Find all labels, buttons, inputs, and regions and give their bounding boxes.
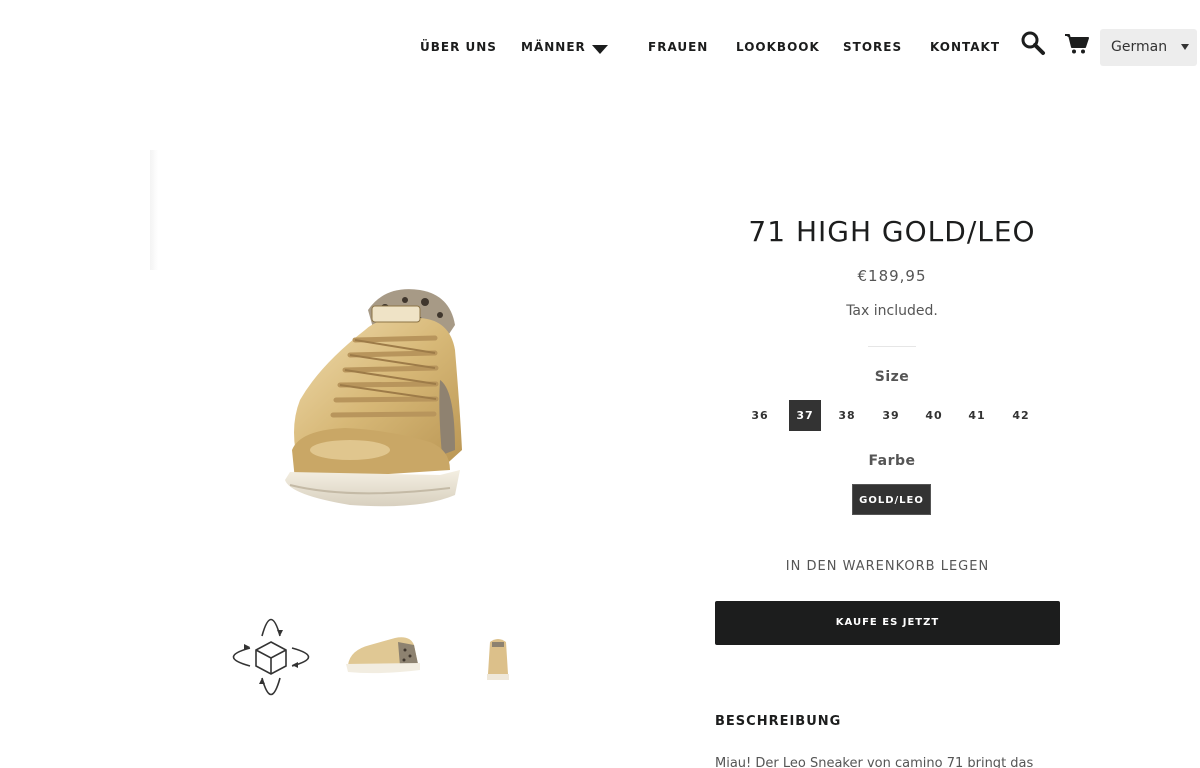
nav-item-stores[interactable]: STORES bbox=[843, 40, 902, 54]
nav-item-lookbook[interactable]: LOOKBOOK bbox=[736, 40, 820, 54]
product-main-image[interactable] bbox=[150, 150, 660, 570]
shoe-side-thumbnail[interactable] bbox=[340, 620, 428, 690]
color-label: Farbe bbox=[868, 453, 916, 469]
caret-down-icon[interactable] bbox=[591, 43, 609, 55]
chevron-down-icon bbox=[1181, 44, 1189, 50]
description-heading: BESCHREIBUNG bbox=[715, 714, 842, 729]
size-option-42[interactable]: 42 bbox=[1005, 400, 1037, 431]
cart-icon[interactable] bbox=[1064, 33, 1090, 55]
nav-item-uber-uns[interactable]: ÜBER UNS bbox=[420, 40, 497, 54]
size-option-39[interactable]: 39 bbox=[875, 400, 907, 431]
3d-view-icon[interactable] bbox=[222, 608, 320, 706]
size-option-41[interactable]: 41 bbox=[961, 400, 993, 431]
language-selected: German bbox=[1111, 39, 1168, 55]
product-price: €189,95 bbox=[857, 267, 927, 285]
size-option-36[interactable]: 36 bbox=[744, 400, 776, 431]
shoe-front-thumbnail[interactable] bbox=[478, 630, 518, 686]
nav-item-kontakt[interactable]: KONTAKT bbox=[930, 40, 1000, 54]
add-to-cart-button[interactable]: IN DEN WARENKORB LEGEN bbox=[715, 559, 1060, 574]
product-title: 71 HIGH GOLD/LEO bbox=[748, 215, 1036, 248]
nav-item-frauen[interactable]: FRAUEN bbox=[648, 40, 708, 54]
size-option-37[interactable]: 37 bbox=[789, 400, 821, 431]
language-select[interactable]: German bbox=[1100, 29, 1197, 66]
nav-item-manner[interactable]: MÄNNER bbox=[521, 40, 586, 54]
size-label: Size bbox=[874, 369, 910, 385]
divider bbox=[868, 346, 916, 347]
size-option-40[interactable]: 40 bbox=[918, 400, 950, 431]
buy-now-button[interactable]: KAUFE ES JETZT bbox=[715, 601, 1060, 645]
description-text: Miau! Der Leo Sneaker von camino 71 brin… bbox=[715, 756, 1034, 768]
size-option-38[interactable]: 38 bbox=[831, 400, 863, 431]
color-option-gold-leo[interactable]: GOLD/LEO bbox=[852, 484, 931, 515]
tax-note: Tax included. bbox=[846, 303, 938, 319]
search-icon[interactable] bbox=[1020, 30, 1046, 56]
